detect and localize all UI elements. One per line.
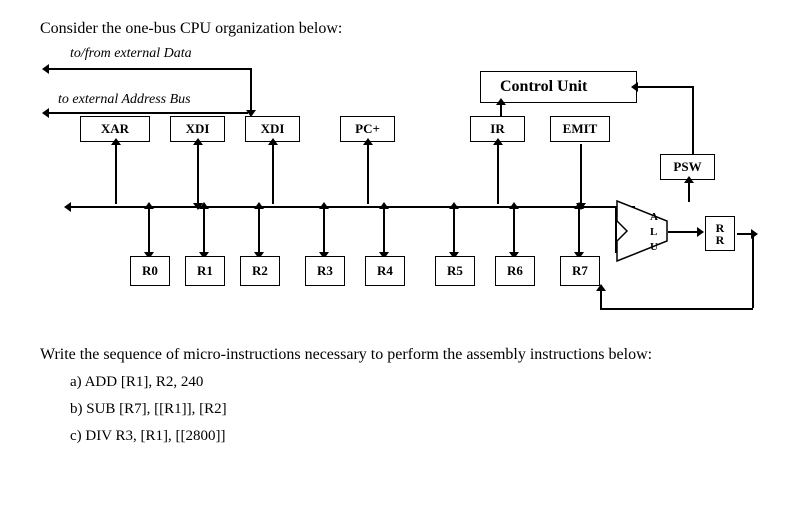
label-alu-l: L — [650, 226, 657, 238]
question-text: Write the sequence of micro-instructions… — [40, 346, 760, 364]
box-r3: R3 — [305, 256, 345, 286]
label-rr-2: R — [716, 234, 725, 246]
option-a: a) ADD [R1], R2, 240 — [70, 374, 760, 391]
box-r5: R5 — [435, 256, 475, 286]
box-r7: R7 — [560, 256, 600, 286]
box-r4: R4 — [365, 256, 405, 286]
box-r1: R1 — [185, 256, 225, 286]
box-emit: EMIT — [550, 116, 610, 142]
label-external-data: to/from external Data — [70, 46, 192, 62]
option-b: b) SUB [R7], [[R1]], [R2] — [70, 401, 760, 418]
cpu-diagram: to/from external Data to external Addres… — [40, 46, 760, 326]
label-rr-1: R — [716, 222, 725, 234]
label-external-addr: to external Address Bus — [58, 92, 191, 108]
option-c: c) DIV R3, [R1], [[2800]] — [70, 428, 760, 445]
box-rr: R R — [705, 216, 735, 251]
box-r6: R6 — [495, 256, 535, 286]
box-r2: R2 — [240, 256, 280, 286]
intro-text: Consider the one-bus CPU organization be… — [40, 20, 760, 38]
label-alu-a: A — [650, 211, 658, 223]
label-alu-u: U — [650, 241, 658, 253]
box-r0: R0 — [130, 256, 170, 286]
